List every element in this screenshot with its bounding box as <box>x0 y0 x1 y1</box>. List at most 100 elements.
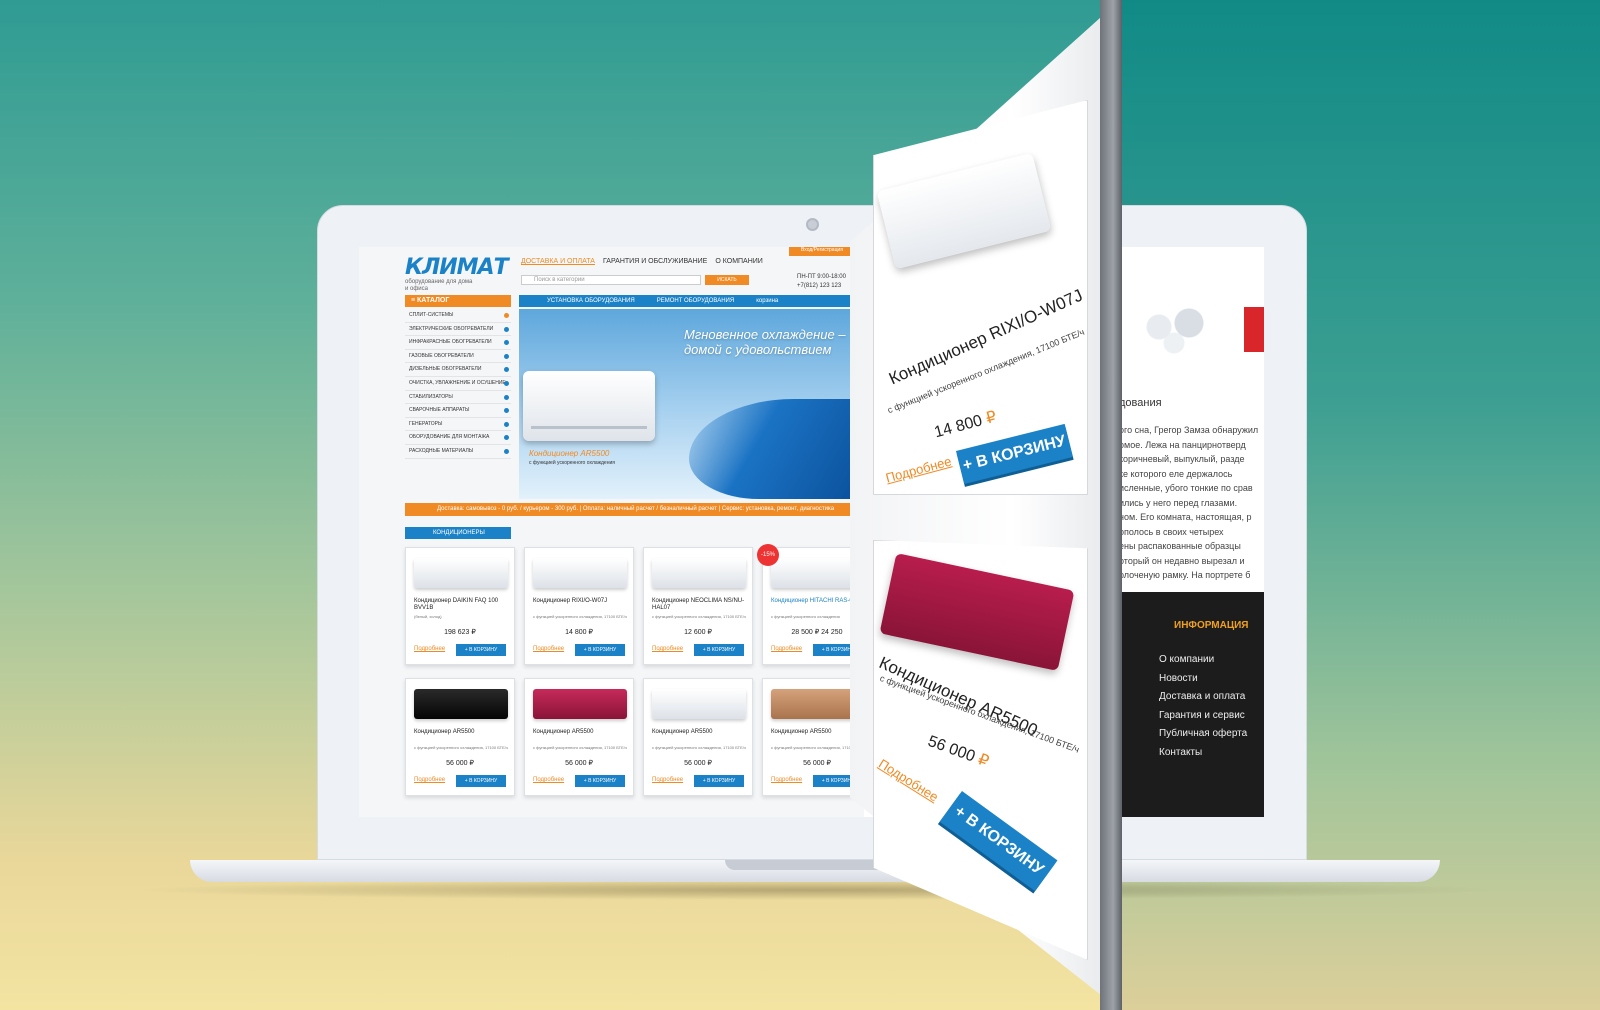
add-to-cart-button[interactable]: + В КОРЗИНУ <box>694 775 744 787</box>
add-to-cart-button[interactable]: + В КОРЗИНУ <box>956 423 1073 484</box>
category-item[interactable]: ДИЗЕЛЬНЫЕ ОБОГРЕВАТЕЛИ <box>405 363 511 377</box>
text-line: оторый он недавно вырезал и <box>1119 555 1245 566</box>
more-link[interactable]: Подробнее <box>771 646 802 652</box>
category-item[interactable]: СВАРОЧНЫЕ АППАРАТЫ <box>405 404 511 418</box>
category-item[interactable]: ГАЗОВЫЕ ОБОГРЕВАТЕЛИ <box>405 350 511 364</box>
search-button[interactable]: ИСКАТЬ <box>705 275 749 285</box>
add-to-cart-button[interactable]: + В КОРЗИНУ <box>456 775 506 787</box>
footer-link[interactable]: Гарантия и сервис <box>1159 710 1247 729</box>
more-link[interactable]: Подробнее <box>414 646 445 652</box>
product-name[interactable]: Кондиционер AR5500 <box>533 729 629 736</box>
footer-link[interactable]: Контакты <box>1159 747 1247 766</box>
laptop-screen: Вход/Регистрация КЛИМАТ оборудование для… <box>359 247 1264 817</box>
banner-title: Мгновенное охлаждение – домой с удовольс… <box>684 327 846 357</box>
product-price: 14 800 ₽ <box>932 407 999 443</box>
category-item[interactable]: СПЛИТ-СИСТЕМЫ <box>405 309 511 323</box>
product-card[interactable]: Кондиционер AR5500 с функцией ускоренног… <box>405 678 515 796</box>
footer-link[interactable]: Доставка и оплата <box>1159 691 1247 710</box>
more-link[interactable]: Подробнее <box>652 777 683 783</box>
more-link[interactable]: Подробнее <box>414 777 445 783</box>
category-item[interactable]: ОЧИСТКА, УВЛАЖНЕНИЕ И ОСУШЕНИЕ <box>405 377 511 391</box>
product-price: 56 000 ₽ <box>565 760 593 767</box>
catalog-header[interactable]: ≡ КАТАЛОГ <box>405 295 511 307</box>
product-price: 198 623 ₽ <box>444 629 476 636</box>
more-link[interactable]: Подробнее <box>533 777 564 783</box>
more-link[interactable]: Подробнее <box>652 646 683 652</box>
product-image <box>652 689 746 719</box>
contact-phone: ПН-ПТ 9:00-18:00 +7(812) 123 123 <box>797 273 846 291</box>
more-link[interactable]: Подробнее <box>876 756 941 804</box>
product-sub: с функцией ускоренного охлаждения, 17100… <box>533 745 627 750</box>
product-name[interactable]: Кондиционер AR5500 <box>414 729 510 736</box>
search-input[interactable]: Поиск в категории <box>521 275 701 285</box>
category-item[interactable]: ГЕНЕРАТОРЫ <box>405 418 511 432</box>
price-value: 14 800 <box>932 412 985 442</box>
product-panel-rixi[interactable]: Кондиционер RIXI/O-W07J с функцией ускор… <box>873 100 1088 495</box>
text-line: ополось в своих четырех <box>1119 526 1224 537</box>
service-install-link[interactable]: УСТАНОВКА ОБОРУДОВАНИЯ <box>547 295 635 307</box>
banner-caption: Кондиционер AR5500 <box>529 449 610 458</box>
text-line: омое. Лежа на панцирнотверд <box>1119 439 1246 450</box>
product-card[interactable]: Кондиционер AR5500 с функцией ускоренног… <box>524 678 634 796</box>
camera-icon <box>806 218 819 231</box>
category-item[interactable]: СТАБИЛИЗАТОРЫ <box>405 391 511 405</box>
product-name[interactable]: Кондиционер DAIKIN FAQ 100 BVV1B <box>414 598 510 612</box>
more-link[interactable]: Подробнее <box>771 777 802 783</box>
service-repair-link[interactable]: РЕМОНТ ОБОРУДОВАНИЯ <box>657 295 734 307</box>
category-item[interactable]: РАСХОДНЫЕ МАТЕРИАЛЫ <box>405 445 511 459</box>
product-sub: с функцией ускоренного охлаждения, 17100… <box>652 614 746 619</box>
red-banner <box>1244 307 1264 352</box>
section-title: КОНДИЦИОНЕРЫ <box>405 527 511 539</box>
banner-woman-image <box>689 399 864 499</box>
text-line: коричневый, выпуклый, разде <box>1119 454 1245 464</box>
category-item[interactable]: ИНФРАКРАСНЫЕ ОБОГРЕВАТЕЛИ <box>405 336 511 350</box>
product-card[interactable]: Кондиционер AR5500 с функцией ускоренног… <box>643 678 753 796</box>
catalog-label: КАТАЛОГ <box>417 297 450 304</box>
product-image <box>414 689 508 719</box>
product-sub: (белый, холод) <box>414 614 442 619</box>
add-to-cart-button[interactable]: + В КОРЗИНУ <box>575 644 625 656</box>
product-card[interactable]: Кондиционер RIXI/O-W07J с функцией ускор… <box>524 547 634 665</box>
product-name[interactable]: Кондиционер AR5500 <box>652 729 748 736</box>
cart-link[interactable]: корзина <box>756 295 778 307</box>
logo-tagline: оборудование для дома и офиса <box>405 279 473 292</box>
product-sub: с функцией ускоренного охлаждения, 17100… <box>652 745 746 750</box>
hero-banner[interactable]: Мгновенное охлаждение – домой с удовольс… <box>519 309 864 499</box>
banner-ac-image <box>523 371 655 441</box>
more-link[interactable]: Подробнее <box>533 646 564 652</box>
product-name[interactable]: Кондиционер NEOCLIMA NS/NU-HAL07 <box>652 598 748 612</box>
nav-warranty[interactable]: ГАРАНТИЯ И ОБСЛУЖИВАНИЕ <box>603 258 707 265</box>
site-logo[interactable]: КЛИМАТ <box>405 255 509 280</box>
product-name[interactable]: Кондиционер RIXI/O-W07J <box>533 598 629 605</box>
product-image <box>414 558 508 588</box>
footer-link[interactable]: О компании <box>1159 654 1247 673</box>
product-price: 56 000 ₽ <box>925 731 992 772</box>
price-value: 56 000 <box>925 732 978 766</box>
product-sub: с функцией ускоренного охлаждения, 17100… <box>878 673 1081 755</box>
add-to-cart-button[interactable]: + В КОРЗИНУ <box>456 644 506 656</box>
product-price: 12 600 ₽ <box>684 629 712 636</box>
text-line: ном. Его комната, настоящая, р <box>1119 512 1252 522</box>
add-to-cart-button[interactable]: + В КОРЗИНУ <box>939 791 1058 892</box>
nav-about[interactable]: О КОМПАНИИ <box>715 258 762 265</box>
category-item[interactable]: ОБОРУДОВАНИЕ ДЛЯ МОНТАЖА <box>405 431 511 445</box>
more-link[interactable]: Подробнее <box>884 454 953 486</box>
services-bar: УСТАНОВКА ОБОРУДОВАНИЯ РЕМОНТ ОБОРУДОВАН… <box>519 295 864 307</box>
product-card[interactable]: Кондиционер DAIKIN FAQ 100 BVV1B (белый,… <box>405 547 515 665</box>
product-sub: с функцией ускоренного охлаждения, 17100… <box>414 745 508 750</box>
article-text: ого сна, Грегор Замза обнаружил омое. Ле… <box>1119 423 1264 583</box>
add-to-cart-button[interactable]: + В КОРЗИНУ <box>694 644 744 656</box>
info-bar: Доставка: самовывоз - 0 руб. / курьером … <box>405 503 864 516</box>
product-sub: с функцией ускоренного охлаждения, 17100… <box>533 614 627 619</box>
footer-link[interactable]: Публичная оферта <box>1159 728 1247 747</box>
product-card[interactable]: Кондиционер NEOCLIMA NS/NU-HAL07 с функц… <box>643 547 753 665</box>
product-price: 14 800 ₽ <box>565 629 593 636</box>
discount-badge: -15% <box>757 544 779 566</box>
add-to-cart-button[interactable]: + В КОРЗИНУ <box>575 775 625 787</box>
product-image <box>533 689 627 719</box>
nav-delivery[interactable]: ДОСТАВКА И ОПЛАТА <box>521 258 595 265</box>
text-line: ке которого еле держалось <box>1119 468 1233 479</box>
category-item[interactable]: ЭЛЕКТРИЧЕСКИЕ ОБОГРЕВАТЕЛИ <box>405 323 511 337</box>
footer-heading: ИНФОРМАЦИЯ <box>1174 620 1249 631</box>
footer-link[interactable]: Новости <box>1159 673 1247 692</box>
